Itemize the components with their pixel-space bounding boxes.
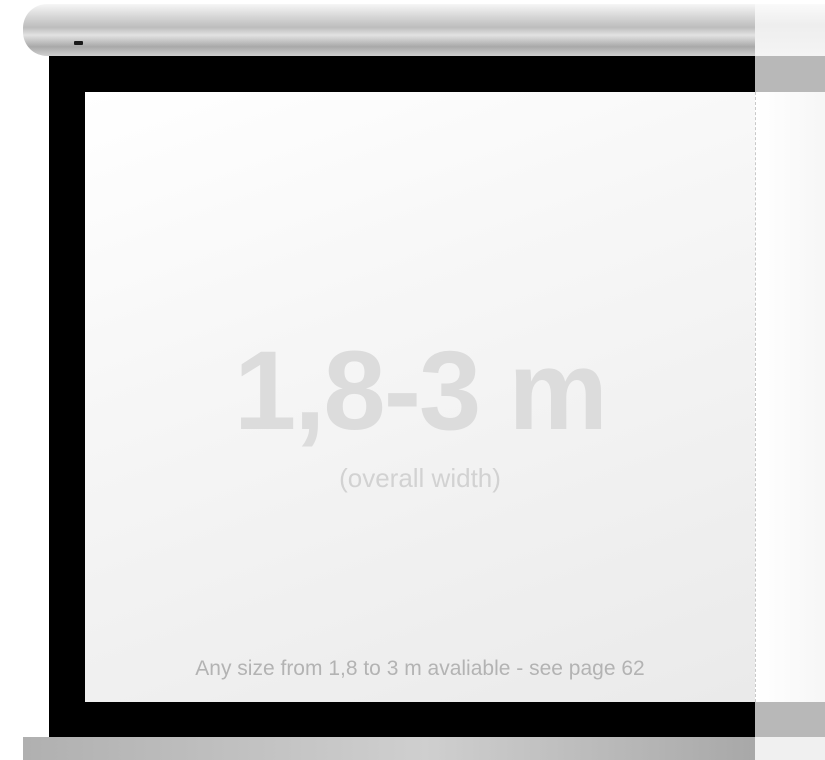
size-caption: (overall width) (339, 463, 501, 493)
housing-extension (755, 4, 825, 56)
bottom-bar (23, 737, 755, 760)
screen-housing (23, 4, 755, 56)
extension-dashed-line (755, 92, 756, 702)
size-range-label: 1,8-3 m (234, 328, 608, 453)
frame-extension-top (755, 56, 825, 92)
housing-slot-icon (74, 41, 83, 45)
screen-extension-area (757, 92, 825, 702)
frame-extension-bottom (755, 702, 825, 737)
availability-note: Any size from 1,8 to 3 m avaliable - see… (195, 657, 645, 680)
bottom-bar-extension (755, 737, 825, 760)
